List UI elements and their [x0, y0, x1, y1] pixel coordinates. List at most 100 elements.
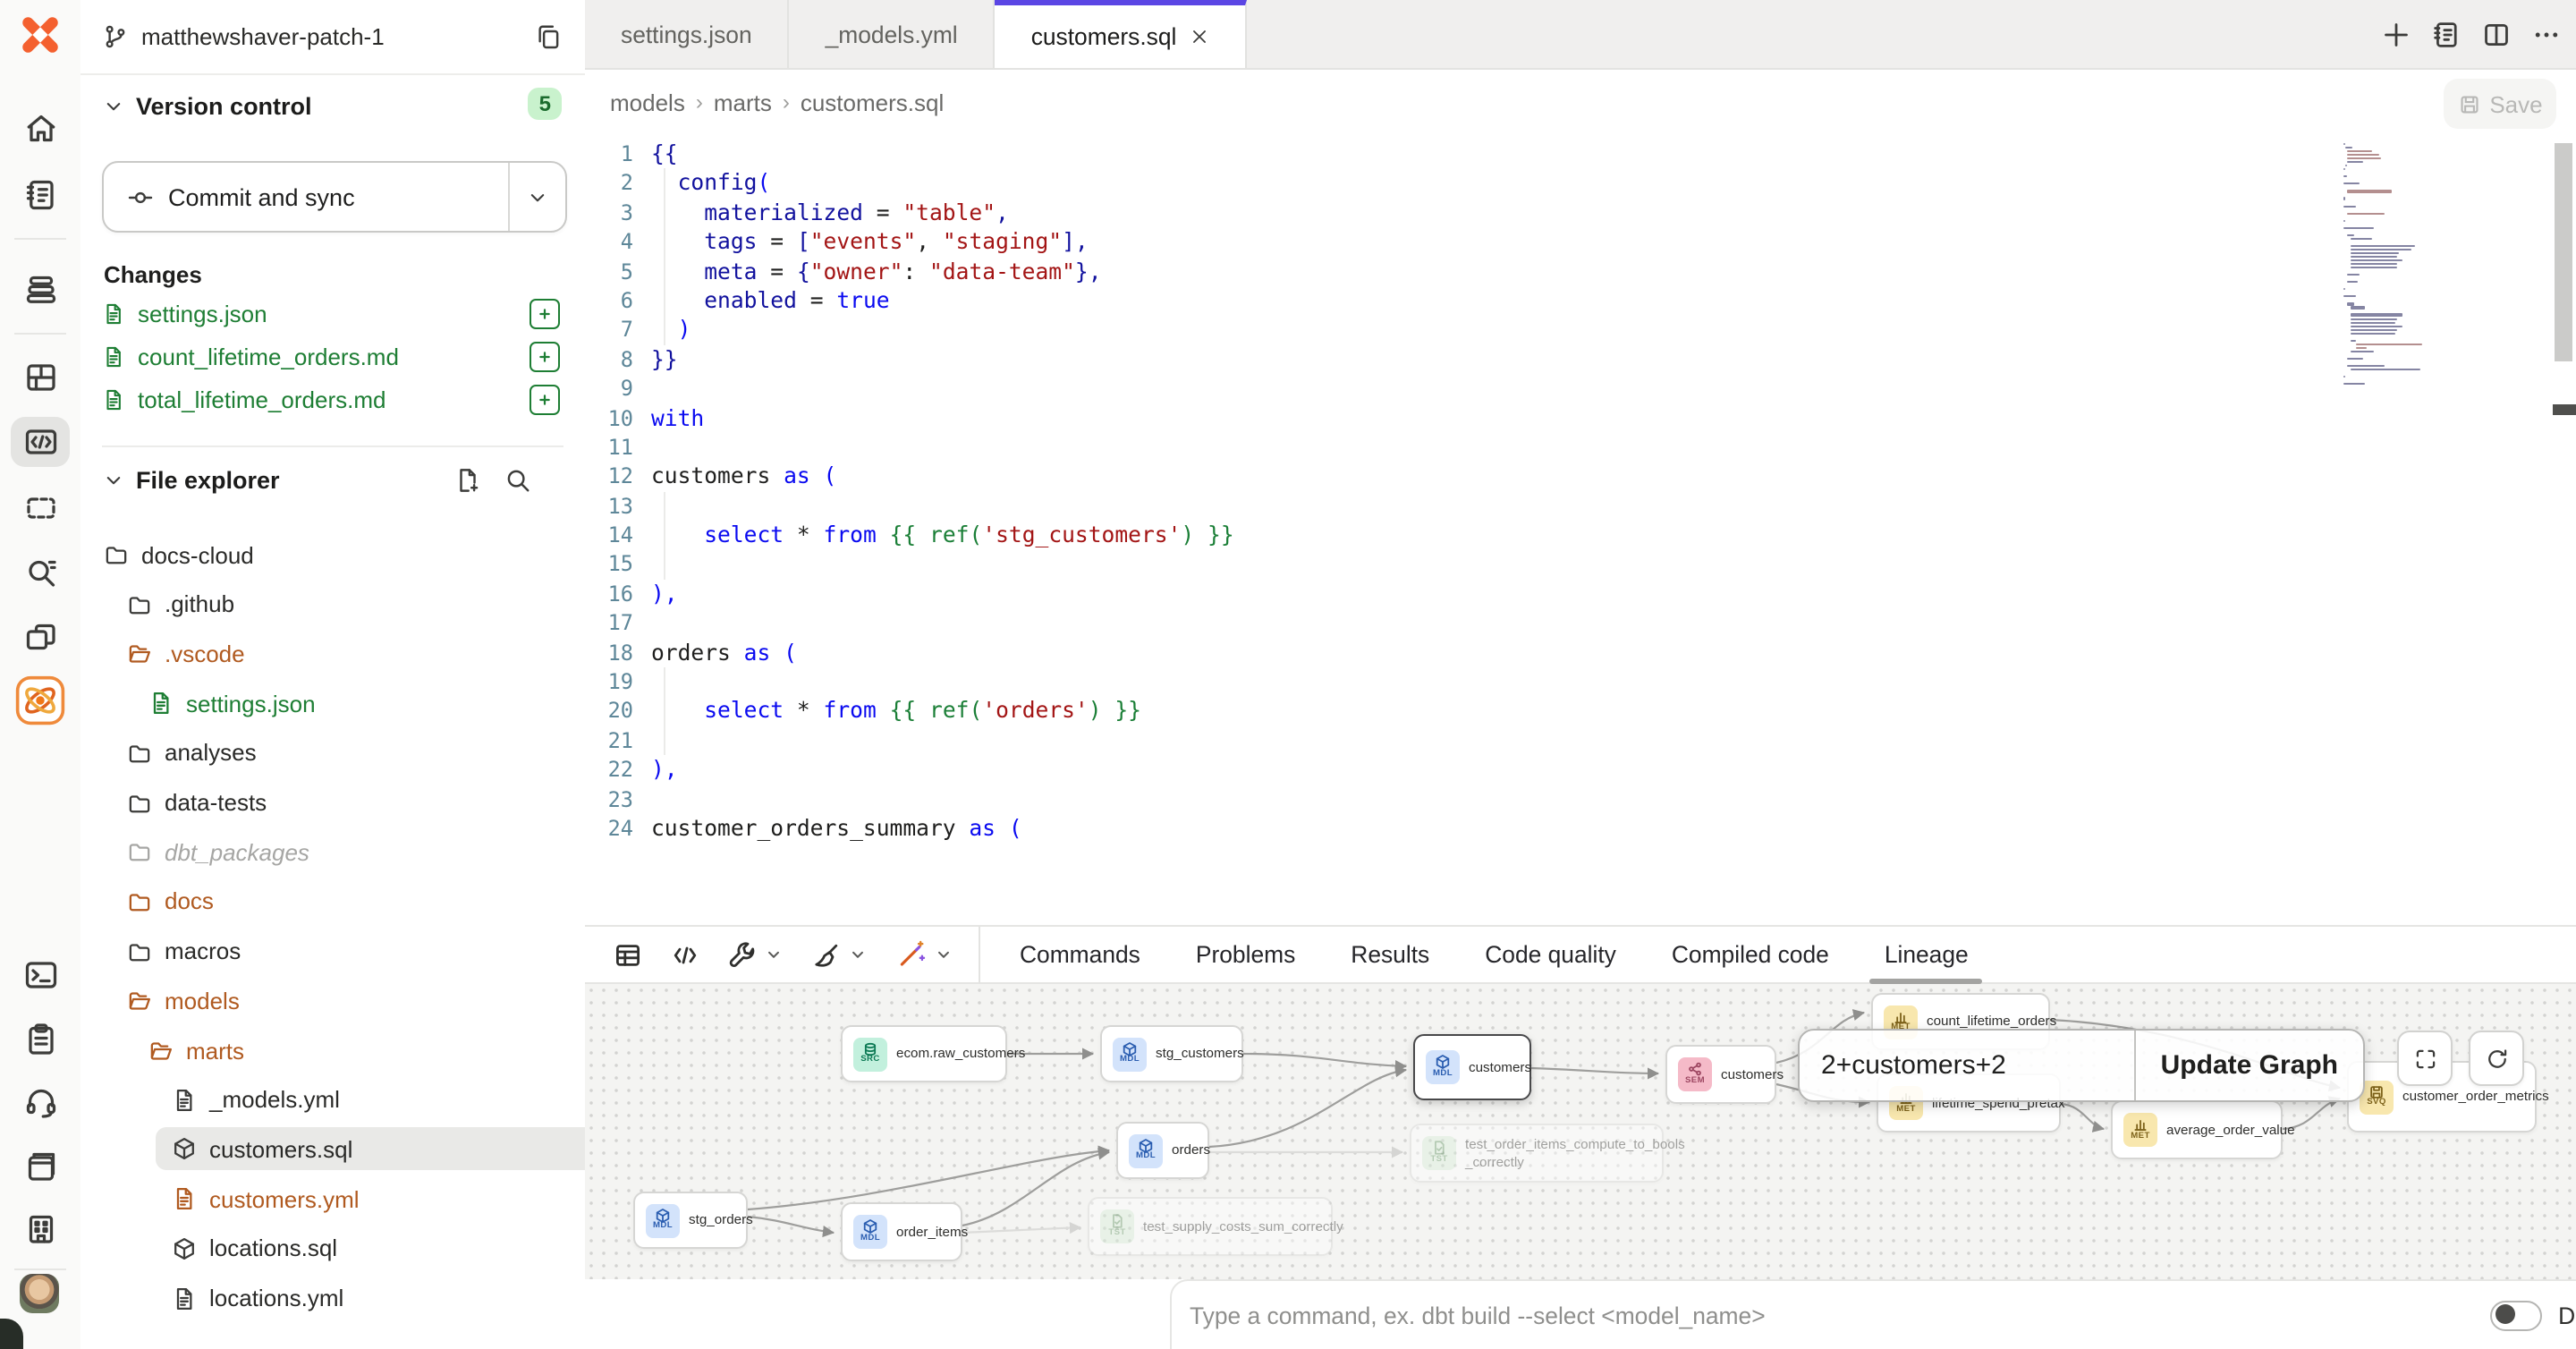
search-files-icon[interactable] [504, 467, 531, 494]
editor-scrollbar[interactable] [2555, 143, 2572, 361]
format-broom-icon-chevron[interactable] [848, 945, 868, 964]
tree-item-data-tests[interactable]: data-tests [127, 783, 267, 822]
lineage-node-customers-model[interactable]: MDL customers [1413, 1034, 1531, 1100]
tree-item-analyses[interactable]: analyses [127, 734, 257, 773]
refresh-graph-button[interactable] [2469, 1031, 2524, 1086]
editor-tab-settings.json[interactable]: settings.json [585, 0, 790, 68]
lineage-edge [1243, 1054, 1406, 1066]
checkdoc-icon: TST [1422, 1136, 1456, 1170]
panel-tab-results[interactable]: Results [1351, 925, 1429, 984]
lineage-node-raw-customers[interactable]: SRC ecom.raw_customers [841, 1025, 1007, 1082]
format-broom-icon[interactable] [812, 940, 841, 969]
scrollbar-handle[interactable] [2553, 404, 2576, 415]
lineage-node-orders[interactable]: MDL orders [1116, 1122, 1209, 1179]
minimap[interactable] [2343, 143, 2436, 386]
tree-item-settings.json[interactable]: settings.json [148, 683, 316, 723]
tree-item-locations.yml[interactable]: locations.yml [172, 1278, 343, 1318]
fullscreen-button[interactable] [2397, 1031, 2453, 1086]
breadcrumb-item[interactable]: customers.sql [801, 89, 944, 115]
user-avatar[interactable] [20, 1274, 59, 1313]
code-editor-icon[interactable] [11, 417, 70, 467]
support-headset-icon[interactable] [11, 1077, 70, 1127]
tree-item-.github[interactable]: .github [127, 584, 234, 624]
code-view-icon[interactable] [671, 940, 699, 969]
tree-item-_models.yml[interactable]: _models.yml [172, 1080, 340, 1119]
code-line-16: 16), [585, 580, 2576, 609]
lineage-node-test-order-items[interactable]: TST test_order_items_compute_to_bools _c… [1410, 1124, 1664, 1183]
docs-icon[interactable] [11, 1141, 70, 1192]
new-file-icon[interactable] [454, 467, 481, 494]
stage-file-button[interactable] [530, 385, 560, 415]
version-control-header[interactable]: Version control [102, 93, 312, 120]
new-tab-icon[interactable] [2381, 19, 2411, 49]
lineage-canvas[interactable]: SRC ecom.raw_customers MDL stg_customers… [585, 984, 2576, 1279]
lineage-node-average-order-value[interactable]: MET average_order_value [2111, 1100, 2283, 1159]
stage-file-button[interactable] [530, 342, 560, 372]
folderO-icon [127, 641, 152, 666]
code-line-8: 8}} [585, 344, 2576, 374]
terminal-icon[interactable] [11, 950, 70, 1000]
tree-item-locations.sql[interactable]: locations.sql [172, 1229, 337, 1268]
defer-toggle[interactable] [2490, 1300, 2542, 1330]
copilot-magic-icon-chevron[interactable] [934, 945, 953, 964]
organization-icon[interactable] [11, 1204, 70, 1254]
lineage-node-test-supply-costs[interactable]: TST test_supply_costs_sum_correctly [1088, 1197, 1333, 1256]
tree-item-customers.yml[interactable]: customers.yml [172, 1179, 360, 1218]
tree-item-customers.sql[interactable]: customers.sql [172, 1130, 352, 1169]
breadcrumb-item[interactable]: marts [714, 89, 772, 115]
editor-tab-customers.sql[interactable]: customers.sql [996, 0, 1247, 68]
copilot-atom-icon[interactable] [11, 674, 70, 725]
update-graph-button[interactable]: Update Graph [2134, 1031, 2363, 1100]
changed-file-total_lifetime_orders.md[interactable]: total_lifetime_orders.md [102, 379, 564, 419]
windows-icon[interactable] [11, 612, 70, 662]
commit-options-chevron[interactable] [510, 185, 565, 208]
panel-tab-commands[interactable]: Commands [1020, 925, 1140, 984]
tree-item-marts[interactable]: marts [148, 1031, 244, 1070]
split-editor-icon[interactable] [2481, 19, 2512, 49]
save-button[interactable]: Save [2444, 79, 2556, 129]
tree-item-.vscode[interactable]: .vscode [127, 634, 245, 674]
command-input[interactable]: Type a command, ex. dbt build --select <… [1190, 1302, 2490, 1328]
dbt-logo-icon[interactable] [14, 9, 66, 61]
editor-tab-_models.yml[interactable]: _models.yml [790, 0, 996, 68]
lineage-node-order-items[interactable]: MDL order_items [841, 1202, 962, 1261]
explore-icon[interactable] [11, 547, 70, 598]
clipboard-icon[interactable] [11, 1014, 70, 1065]
more-options-icon[interactable] [2531, 19, 2562, 49]
notebook-list-icon[interactable] [2431, 19, 2462, 49]
frame-icon[interactable] [11, 483, 70, 533]
changed-file-settings.json[interactable]: settings.json [102, 293, 564, 333]
copilot-magic-icon[interactable] [896, 939, 927, 970]
tree-item-docs-cloud[interactable]: docs-cloud [104, 535, 254, 574]
notebook-icon[interactable] [11, 170, 70, 220]
home-icon[interactable] [11, 104, 70, 154]
lineage-selector-input[interactable]: 2+customers+2 [1800, 1031, 2134, 1100]
branch-row[interactable]: matthewshaver-patch-1 [80, 0, 585, 75]
build-wrench-icon-chevron[interactable] [764, 945, 784, 964]
tree-item-docs[interactable]: docs [127, 882, 214, 921]
breadcrumb-item[interactable]: models [610, 89, 685, 115]
panel-tab-code-quality[interactable]: Code quality [1485, 925, 1616, 984]
results-table-icon[interactable] [614, 940, 642, 969]
commit-and-sync-button[interactable]: Commit and sync [102, 161, 567, 233]
panel-tab-lineage[interactable]: Lineage [1885, 925, 1969, 984]
changed-file-count_lifetime_orders.md[interactable]: count_lifetime_orders.md [102, 336, 564, 376]
lineage-node-stg-customers[interactable]: MDL stg_customers [1100, 1025, 1243, 1082]
stage-file-button[interactable] [530, 299, 560, 329]
cube-icon: MDL [1129, 1133, 1163, 1167]
panel-tab-compiled-code[interactable]: Compiled code [1672, 925, 1829, 984]
file-explorer-header[interactable]: File explorer [102, 467, 280, 494]
layers-icon[interactable] [11, 265, 70, 315]
panel-tab-problems[interactable]: Problems [1196, 925, 1295, 984]
lineage-node-customers-semantic[interactable]: SEM customers [1665, 1045, 1776, 1104]
tree-item-dbt_packages[interactable]: dbt_packages [127, 832, 309, 871]
close-tab-icon[interactable] [1189, 27, 1208, 47]
code-editor[interactable]: 1{{2 config(3 materialized = "table",4 t… [585, 136, 2576, 925]
build-wrench-icon[interactable] [728, 940, 757, 969]
copy-branch-icon[interactable] [535, 23, 562, 50]
tree-item-macros[interactable]: macros [127, 931, 241, 971]
rail-divider [14, 238, 66, 240]
lineage-node-stg-orders[interactable]: MDL stg_orders [633, 1192, 748, 1249]
grid-icon[interactable] [11, 352, 70, 403]
tree-item-models[interactable]: models [127, 981, 240, 1021]
